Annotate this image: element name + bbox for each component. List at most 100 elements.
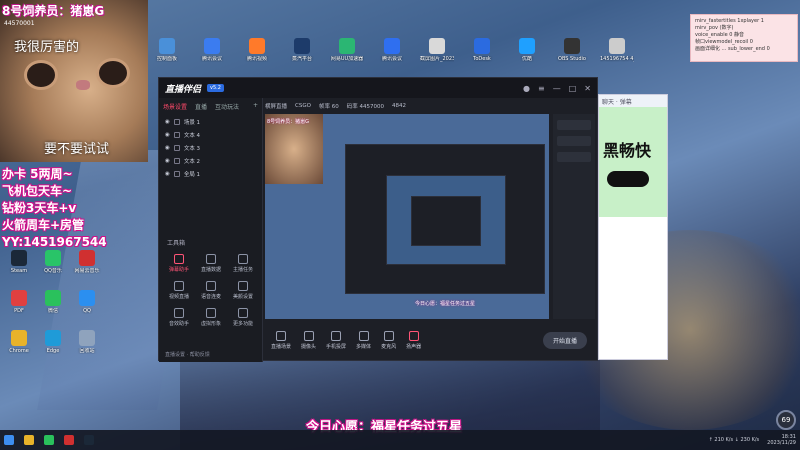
desktop-icon[interactable]: QQ [70,290,104,314]
microphone-icon [383,330,394,341]
menu-icon[interactable]: ≡ [538,84,545,93]
game-select[interactable]: CSGO [295,103,311,109]
desktop-icon[interactable]: Edge [36,330,70,354]
camera-button[interactable]: 摄像头 [301,330,316,350]
tool-button[interactable]: 语音连麦 [195,281,227,300]
desktop-icon[interactable]: 网易云音乐 [70,250,104,274]
mic-button[interactable]: 麦克风 [381,330,396,350]
media-button[interactable]: 多媒体 [356,330,371,350]
side-chat-window[interactable]: 聊天 · 弹幕 黑畅快 [598,94,668,360]
tool-button[interactable]: 美颜设置 [227,281,259,300]
tool-label: 音效助手 [168,321,189,327]
streamer-title: 8号饲养员：猪崽G [2,4,105,18]
tab-scene[interactable]: 场景设置 [163,102,187,111]
tool-icon [174,254,184,264]
sticky-note[interactable]: mirv_fastertitles 1xplayer 1 mirv_pov (数… [690,14,798,62]
speaker-button[interactable]: 扬声器 [406,330,421,350]
lock-icon[interactable] [173,131,180,138]
desktop-icon[interactable]: OBS Studio [555,38,589,62]
desktop-icon[interactable]: ToDesk [465,38,499,62]
add-icon[interactable]: + [253,102,258,111]
promo-line: 飞机包天车~ [2,184,73,198]
scene-row[interactable]: ◉ 文本 2 [159,154,262,167]
eye-icon[interactable]: ◉ [165,119,170,125]
tool-button[interactable]: 直播数据 [195,254,227,273]
eye-icon[interactable]: ◉ [165,132,170,138]
eye-icon[interactable]: ◉ [165,171,170,177]
app-version-badge: v5.2 [207,84,224,92]
app-icon [11,290,27,306]
scene-row[interactable]: ◉ 全局 1 [159,167,262,180]
app-icon [11,250,27,266]
right-panel-item[interactable] [557,152,591,162]
tab-interaction[interactable]: 互动玩法 [215,102,239,111]
desktop-icon[interactable]: 腾讯会议 [375,38,409,62]
scene-row[interactable]: ◉ 文本 4 [159,128,262,141]
close-icon[interactable]: ✕ [584,84,591,93]
eye-icon[interactable]: ◉ [165,158,170,164]
desktop-icon[interactable]: 控制面板 [150,38,184,62]
tab-live[interactable]: 直播 [195,102,207,111]
desktop-icon[interactable]: 腾讯会议 [195,38,229,62]
app-icon[interactable] [64,435,74,445]
lock-icon[interactable] [173,157,180,164]
tool-button[interactable]: 主播任务 [227,254,259,273]
desktop-icon-label: Chrome [9,348,29,354]
desktop-icon[interactable]: 优酷 [510,38,544,62]
stream-preview[interactable]: 8号饲养员：猪崽G 今日心愿：福星任务过五星 [265,114,549,319]
left-footer[interactable]: 直播设置 · 帮助反馈 [165,351,210,358]
live-streaming-app-window[interactable]: 直播伴侣 v5.2 ● ≡ — □ ✕ 场景设置 直播 互动玩法 + ◉ 场景 1… [158,77,598,362]
desktop-icon-label: 145196754 4_2023 [600,56,634,62]
app-icon [45,290,61,306]
desktop-icon[interactable]: 145196754 4_2023 [600,38,634,62]
desktop-icon[interactable]: Steam [2,250,36,274]
tool-button[interactable]: 音效助手 [163,308,195,327]
play-pill-button[interactable] [607,171,649,187]
tool-icon [206,254,216,264]
start-live-button[interactable]: 开始直播 [542,331,587,349]
desktop-icon-label: 腾讯会议 [201,56,222,62]
start-menu-icon[interactable] [4,435,14,445]
tool-button[interactable]: 弹幕助手 [163,254,195,273]
volume-badge[interactable]: 69 [776,410,796,430]
scene-button[interactable]: 直播场景 [271,330,291,350]
right-panel-item[interactable] [557,136,591,146]
scene-row[interactable]: ◉ 文本 3 [159,141,262,154]
tool-button[interactable]: 虚拟形象 [195,308,227,327]
desktop-icon[interactable]: QQ音乐 [36,250,70,274]
desktop-icon[interactable]: 回收站 [70,330,104,354]
minimize-icon[interactable]: — [553,84,561,93]
orientation-select[interactable]: 横屏直播 [265,102,287,110]
tool-icon [238,254,248,264]
scene-row[interactable]: ◉ 场景 1 [159,115,262,128]
phone-cast-button[interactable]: 手机投屏 [326,330,346,350]
desktop-icon-label: QQ音乐 [44,268,62,274]
clock[interactable]: 18:31 2023/11/29 [767,434,796,446]
desktop-icon[interactable]: Chrome [2,330,36,354]
user-avatar-icon[interactable]: ● [523,84,530,93]
chrome-icon[interactable] [24,435,34,445]
eye-icon[interactable]: ◉ [165,145,170,151]
app-icon [159,38,175,54]
desktop-icon[interactable]: 蒸汽平台 [285,38,319,62]
lock-icon[interactable] [173,144,180,151]
desktop-icon-label: 截屏图片_2023 [420,56,454,62]
desktop-icon[interactable]: 腾讯视频 [240,38,274,62]
lock-icon[interactable] [173,170,180,177]
wechat-icon[interactable] [44,435,54,445]
tool-icon [174,281,184,291]
maximize-icon[interactable]: □ [569,84,577,93]
right-panel-item[interactable] [557,120,591,130]
steam-icon[interactable] [84,435,94,445]
scene-icon [276,330,286,341]
lock-icon[interactable] [173,118,180,125]
desktop-icon[interactable]: 截屏图片_2023 [420,38,454,62]
tool-button[interactable]: 视频直播 [163,281,195,300]
tool-button[interactable]: 更多功能 [227,308,259,327]
desktop-icon[interactable]: 微信 [36,290,70,314]
desktop-icon[interactable]: 网易UU加速器 [330,38,364,62]
preview-wish-tag: 今日心愿：福星任务过五星 [415,301,476,307]
desktop-icon[interactable]: PDF [2,290,36,314]
app-icon [79,330,95,346]
app-icon [79,290,95,306]
